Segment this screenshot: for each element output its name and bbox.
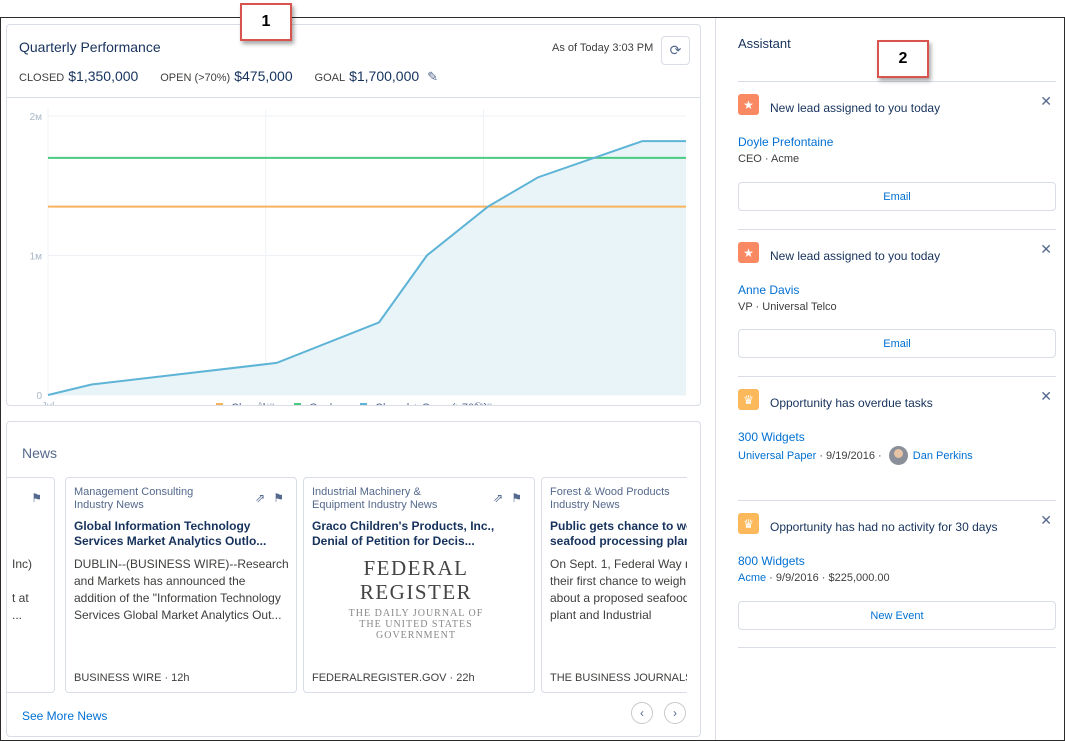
closed-value: $1,350,000: [68, 68, 139, 84]
account-link[interactable]: Universal Paper: [738, 450, 816, 462]
partial-line: t at: [12, 591, 29, 605]
news-item[interactable]: Industrial Machinery & Equipment Industr…: [303, 477, 535, 693]
assistant-title: Assistant: [738, 36, 791, 51]
assistant-item: ♛ Opportunity has overdue tasks ✕ 300 Wi…: [738, 376, 1056, 500]
assistant-item: ★ New lead assigned to you today ✕ Doyle…: [738, 81, 1056, 229]
news-headline[interactable]: Public gets chance to weigh in on seafoo…: [550, 519, 687, 549]
refresh-button[interactable]: ⟳: [661, 36, 690, 65]
open-value: $475,000: [234, 68, 293, 84]
chart-y-tick-label: 2м: [30, 112, 43, 123]
new-event-button[interactable]: New Event: [738, 601, 1056, 630]
callout-1: 1: [240, 3, 292, 41]
opportunity-link[interactable]: 800 Widgets: [738, 554, 805, 568]
chart-legend-swatch: [294, 403, 301, 405]
goal-value: $1,700,000: [349, 68, 420, 84]
opportunity-crown-icon: ♛: [738, 389, 759, 410]
close-icon[interactable]: ✕: [1040, 241, 1052, 258]
flag-icon[interactable]: ⚑: [31, 491, 42, 505]
news-footer: FEDERALREGISTER.GOV · 22h: [312, 672, 475, 684]
opportunity-details: Universal Paper · 9/19/2016 · Dan Perkin…: [738, 446, 973, 465]
opportunity-date: · 9/19/2016 ·: [816, 449, 885, 462]
assistant-item: ♛ Opportunity has had no activity for 30…: [738, 500, 1056, 647]
chart-area-closed-plus-open: [48, 141, 686, 395]
lead-icon: ★: [738, 94, 759, 115]
quarterly-performance-card: Quarterly Performance CLOSED $1,350,000 O…: [6, 24, 701, 406]
news-prev-button[interactable]: ‹: [631, 702, 653, 724]
flag-icon[interactable]: ⚑: [511, 491, 522, 505]
quarterly-chart: 01м2мJulAugSepClosedGoalClosed + Open (>…: [30, 109, 686, 405]
flag-icon[interactable]: ⚑: [273, 491, 284, 505]
chart-y-tick-label: 1м: [30, 251, 43, 262]
news-item[interactable]: Management Consulting Industry News ⇗ ⚑ G…: [65, 477, 297, 693]
assistant-bottom-divider: [738, 647, 1056, 648]
chart-legend-label: Closed: [231, 402, 265, 405]
news-next-button[interactable]: ›: [664, 702, 686, 724]
close-icon[interactable]: ✕: [1040, 512, 1052, 529]
chart-legend-label: Closed + Open (>70%): [375, 402, 488, 405]
news-item-partial[interactable]: ⚑ Inc) t at ...: [7, 477, 55, 693]
chevron-left-icon: ‹: [640, 706, 644, 720]
news-item[interactable]: Forest & Wood Products Industry News Pub…: [541, 477, 687, 693]
chevron-right-icon: ›: [673, 706, 677, 720]
callout-2: 2: [877, 40, 929, 78]
news-body: On Sept. 1, Federal Way residents get th…: [550, 557, 687, 622]
news-headline[interactable]: Global Information Technology Services M…: [74, 519, 290, 549]
lead-title-company: VP · Universal Telco: [738, 301, 837, 313]
lead-icon: ★: [738, 242, 759, 263]
news-body: DUBLIN--(BUSINESS WIRE)--Research and Ma…: [74, 557, 289, 622]
panel-divider: [715, 18, 716, 740]
avatar: [888, 446, 908, 465]
news-footer: BUSINESS WIRE · 12h: [74, 672, 190, 684]
close-icon[interactable]: ✕: [1040, 93, 1052, 110]
opportunity-link[interactable]: 300 Widgets: [738, 430, 805, 444]
lead-name-link[interactable]: Anne Davis: [738, 283, 799, 297]
news-card: News ⚑ Inc) t at ... Management Consulti…: [6, 421, 701, 737]
assistant-item-heading: Opportunity has had no activity for 30 d…: [770, 520, 998, 534]
news-footer: THE BUSINESS JOURNALS ·: [550, 672, 687, 684]
assistant-item-heading: New lead assigned to you today: [770, 101, 941, 115]
see-more-news-link[interactable]: See More News: [22, 709, 107, 723]
email-button[interactable]: Email: [738, 182, 1056, 211]
share-icon[interactable]: ⇗: [255, 491, 265, 505]
opportunity-date-amount: · 9/9/2016 · $225,000.00: [766, 572, 890, 584]
chart-x-tick-label: Jul: [42, 401, 55, 405]
opportunity-details: Acme · 9/9/2016 · $225,000.00: [738, 572, 890, 584]
refresh-icon: ⟳: [669, 42, 682, 58]
assistant-item-heading: Opportunity has overdue tasks: [770, 396, 933, 410]
lead-name-link[interactable]: Doyle Prefontaine: [738, 135, 833, 149]
news-carousel: ⚑ Inc) t at ... Management Consulting In…: [7, 477, 687, 694]
email-button[interactable]: Email: [738, 329, 1056, 358]
pencil-icon[interactable]: ✎: [427, 69, 438, 85]
news-headline[interactable]: Graco Children's Products, Inc., Denial …: [312, 519, 528, 549]
quarterly-metrics: CLOSED $1,350,000 OPEN (>70%) $475,000 GOA…: [19, 68, 438, 85]
closed-label: CLOSED: [19, 72, 65, 84]
quarterly-performance-title: Quarterly Performance: [19, 39, 161, 55]
close-icon[interactable]: ✕: [1040, 388, 1052, 405]
account-link[interactable]: Acme: [738, 572, 766, 584]
chart-legend-swatch: [216, 403, 223, 405]
goal-label: GOAL: [314, 72, 346, 84]
partial-line: ...: [12, 608, 23, 622]
news-source: Industrial Machinery & Equipment Industr…: [312, 486, 438, 511]
lead-title-company: CEO · Acme: [738, 153, 800, 165]
owner-link[interactable]: Dan Perkins: [913, 450, 973, 462]
as-of-timestamp: As of Today 3:03 PM: [552, 42, 654, 54]
open-label: OPEN (>70%): [160, 72, 231, 84]
news-title: News: [22, 445, 58, 461]
assistant-item-heading: New lead assigned to you today: [770, 249, 941, 263]
federal-register-image: FEDERAL REGISTER THE DAILY JOURNAL OF TH…: [328, 556, 504, 656]
chart-legend-swatch: [360, 403, 367, 405]
chart-legend-label: Goal: [309, 402, 332, 405]
assistant-item: ★ New lead assigned to you today ✕ Anne …: [738, 229, 1056, 377]
quarterly-divider: [7, 97, 700, 98]
opportunity-crown-icon: ♛: [738, 513, 759, 534]
share-icon[interactable]: ⇗: [493, 491, 503, 505]
news-source: Forest & Wood Products Industry News: [550, 486, 670, 511]
news-source: Management Consulting Industry News: [74, 486, 194, 511]
partial-line: Inc): [12, 557, 33, 571]
